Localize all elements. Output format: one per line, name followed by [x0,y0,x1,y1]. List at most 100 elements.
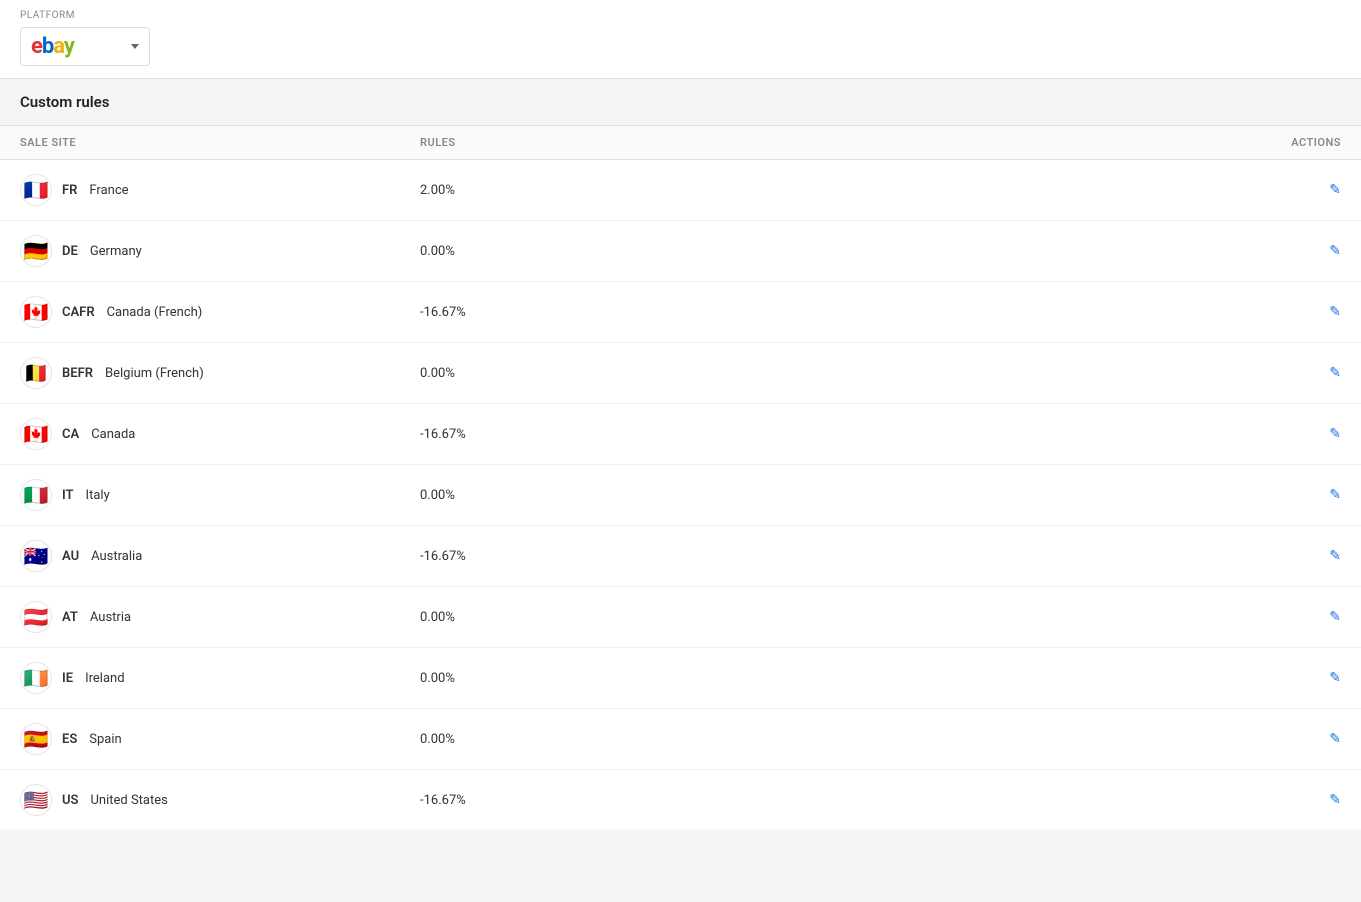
sale-site-cell: 🇦🇹 AT Austria [20,601,420,633]
table-row: 🇨🇦 CA Canada -16.67% ✎ [0,404,1361,465]
flag-icon-ie: 🇮🇪 [20,662,52,694]
country-code: AT [62,610,78,625]
edit-button[interactable]: ✎ [1329,548,1341,564]
flag-icon-es: 🇪🇸 [20,723,52,755]
sale-site-cell: 🇦🇺 AU Australia [20,540,420,572]
rules-value: 0.00% [420,366,1221,381]
table-row: 🇧🇪 BEFR Belgium (French) 0.00% ✎ [0,343,1361,404]
country-code: IE [62,671,73,686]
column-header-actions: ACTIONS [1221,136,1341,149]
sale-site-cell: 🇪🇸 ES Spain [20,723,420,755]
edit-button[interactable]: ✎ [1329,731,1341,747]
sale-site-cell: 🇨🇦 CA Canada [20,418,420,450]
country-code: CA [62,427,79,442]
country-name: Belgium (French) [105,366,204,381]
flag-icon-ca: 🇨🇦 [20,418,52,450]
country-name: Germany [90,244,142,259]
platform-select[interactable]: ebay [20,27,150,66]
country-code: BEFR [62,366,93,381]
country-name: United States [90,793,167,808]
sale-site-cell: 🇧🇪 BEFR Belgium (French) [20,357,420,389]
sale-site-cell: 🇮🇪 IE Ireland [20,662,420,694]
rules-value: -16.67% [420,305,1221,320]
actions-cell: ✎ [1221,670,1341,686]
chevron-down-icon [131,44,139,49]
country-name: Canada [91,427,135,442]
edit-button[interactable]: ✎ [1329,182,1341,198]
table-header: SALE SITE RULES ACTIONS [0,126,1361,160]
sale-site-cell: 🇫🇷 FR France [20,174,420,206]
table-row: 🇪🇸 ES Spain 0.00% ✎ [0,709,1361,770]
table-row: 🇮🇹 IT Italy 0.00% ✎ [0,465,1361,526]
custom-rules-table: SALE SITE RULES ACTIONS 🇫🇷 FR France 2.0… [0,126,1361,831]
country-name: Australia [91,549,142,564]
edit-button[interactable]: ✎ [1329,243,1341,259]
actions-cell: ✎ [1221,426,1341,442]
country-code: IT [62,488,74,503]
rules-value: 0.00% [420,671,1221,686]
table-row: 🇫🇷 FR France 2.00% ✎ [0,160,1361,221]
edit-button[interactable]: ✎ [1329,792,1341,808]
actions-cell: ✎ [1221,731,1341,747]
actions-cell: ✎ [1221,792,1341,808]
rules-value: -16.67% [420,549,1221,564]
actions-cell: ✎ [1221,182,1341,198]
actions-cell: ✎ [1221,609,1341,625]
table-row: 🇮🇪 IE Ireland 0.00% ✎ [0,648,1361,709]
flag-icon-cafr: 🇨🇦 [20,296,52,328]
country-code: ES [62,732,77,747]
country-code: DE [62,244,78,259]
country-name: France [89,183,128,198]
flag-icon-befr: 🇧🇪 [20,357,52,389]
rules-value: 0.00% [420,732,1221,747]
header: PLATFORM ebay [0,0,1361,79]
flag-icon-au: 🇦🇺 [20,540,52,572]
country-code: US [62,793,78,808]
sale-site-cell: 🇺🇸 US United States [20,784,420,816]
country-name: Ireland [85,671,124,686]
rules-value: 0.00% [420,244,1221,259]
sale-site-cell: 🇩🇪 DE Germany [20,235,420,267]
table-row: 🇩🇪 DE Germany 0.00% ✎ [0,221,1361,282]
platform-label: PLATFORM [20,10,1341,21]
country-name: Italy [86,488,110,503]
country-code: CAFR [62,305,95,320]
flag-icon-de: 🇩🇪 [20,235,52,267]
actions-cell: ✎ [1221,548,1341,564]
rules-value: 2.00% [420,183,1221,198]
country-name: Canada (French) [107,305,203,320]
actions-cell: ✎ [1221,304,1341,320]
table-row: 🇦🇹 AT Austria 0.00% ✎ [0,587,1361,648]
column-header-rules: RULES [420,136,1221,149]
rules-value: -16.67% [420,793,1221,808]
country-code: AU [62,549,79,564]
rules-value: -16.67% [420,427,1221,442]
actions-cell: ✎ [1221,243,1341,259]
ebay-logo: ebay [31,34,74,59]
actions-cell: ✎ [1221,487,1341,503]
rules-value: 0.00% [420,610,1221,625]
edit-button[interactable]: ✎ [1329,304,1341,320]
edit-button[interactable]: ✎ [1329,365,1341,381]
country-name: Spain [89,732,121,747]
sale-site-cell: 🇨🇦 CAFR Canada (French) [20,296,420,328]
country-name: Austria [90,610,131,625]
table-body: 🇫🇷 FR France 2.00% ✎ 🇩🇪 DE Germany 0.00%… [0,160,1361,831]
table-row: 🇨🇦 CAFR Canada (French) -16.67% ✎ [0,282,1361,343]
flag-icon-fr: 🇫🇷 [20,174,52,206]
column-header-sale-site: SALE SITE [20,136,420,149]
edit-button[interactable]: ✎ [1329,609,1341,625]
flag-icon-it: 🇮🇹 [20,479,52,511]
edit-button[interactable]: ✎ [1329,670,1341,686]
flag-icon-us: 🇺🇸 [20,784,52,816]
sale-site-cell: 🇮🇹 IT Italy [20,479,420,511]
table-row: 🇺🇸 US United States -16.67% ✎ [0,770,1361,831]
edit-button[interactable]: ✎ [1329,426,1341,442]
flag-icon-at: 🇦🇹 [20,601,52,633]
actions-cell: ✎ [1221,365,1341,381]
edit-button[interactable]: ✎ [1329,487,1341,503]
section-title: Custom rules [0,79,1361,126]
rules-value: 0.00% [420,488,1221,503]
table-row: 🇦🇺 AU Australia -16.67% ✎ [0,526,1361,587]
country-code: FR [62,183,77,198]
